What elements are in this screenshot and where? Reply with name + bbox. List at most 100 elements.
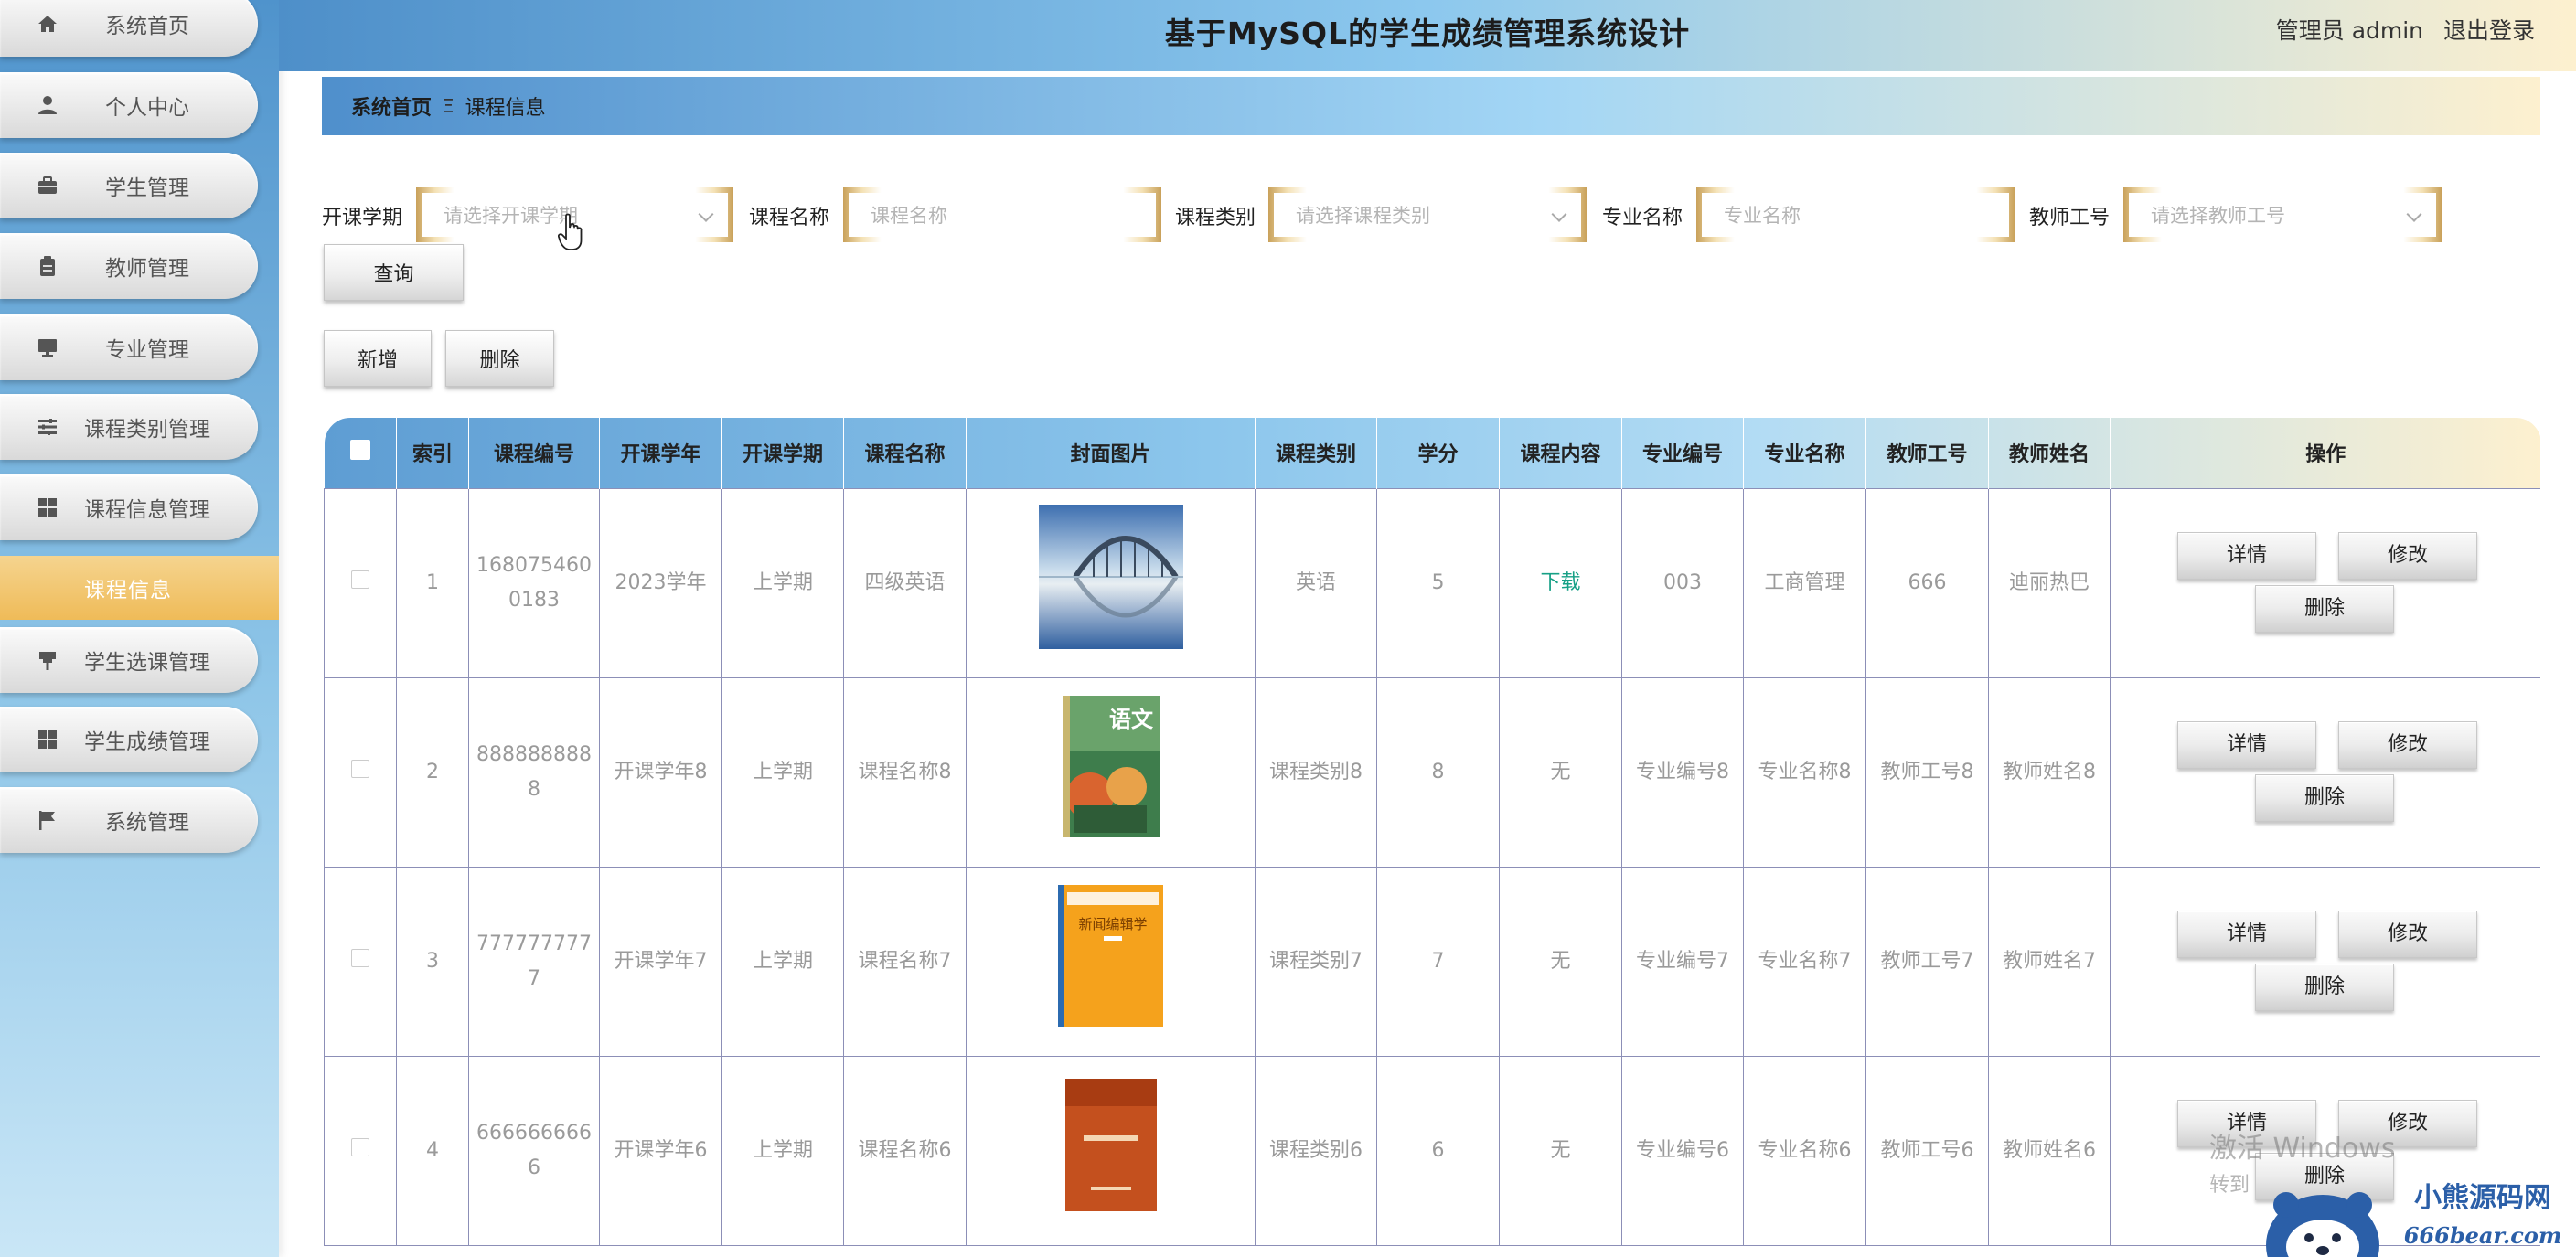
cell-year: 2023学年 xyxy=(599,487,722,678)
sidebar-subitem-course-info[interactable]: 课程信息 xyxy=(0,556,279,620)
cell-year: 开课学年6 xyxy=(599,1055,722,1246)
cell-year: 开课学年7 xyxy=(599,866,722,1057)
sidebar-item-major-management[interactable]: 专业管理 xyxy=(0,314,258,380)
cell-credit: 6 xyxy=(1376,1055,1500,1246)
delete-button[interactable]: 删除 xyxy=(2255,963,2394,1011)
col-header-course-name: 课程名称 xyxy=(843,418,967,488)
cell-index: 4 xyxy=(396,1055,469,1246)
col-header-major-name: 专业名称 xyxy=(1743,418,1866,488)
detail-button[interactable]: 详情 xyxy=(2177,910,2316,958)
sidebar-item-label: 专业管理 xyxy=(105,338,189,362)
row-checkbox[interactable] xyxy=(351,759,369,778)
watermark-line1: 激活 Windows xyxy=(2209,1133,2396,1165)
row-checkbox[interactable] xyxy=(351,570,369,589)
cell-teacher-no: 教师工号7 xyxy=(1865,866,1989,1057)
delete-button[interactable]: 删除 xyxy=(2255,773,2394,822)
sidebar-item-personal-center[interactable]: 个人中心 xyxy=(0,72,258,138)
col-header-cover: 封面图片 xyxy=(966,418,1256,488)
sidebar-item-grade-management[interactable]: 学生成绩管理 xyxy=(0,707,258,772)
breadcrumb-current: 课程信息 xyxy=(465,97,546,120)
cell-year: 开课学年8 xyxy=(599,676,722,868)
table-row: 4 6666666666 开课学年6 上学期 课程名称6 课程类别6 6 无 专… xyxy=(324,1055,2540,1246)
cell-course-no: 1680754600183 xyxy=(468,487,600,678)
cell-actions: 详情 修改 删除 xyxy=(2110,487,2540,678)
select-all-checkbox-cell[interactable] xyxy=(324,418,397,488)
sidebar-item-label: 课程信息管理 xyxy=(84,498,210,522)
course-name-label: 课程名称 xyxy=(749,207,830,229)
row-checkbox[interactable] xyxy=(351,948,369,967)
sidebar-item-label: 学生管理 xyxy=(105,176,189,200)
cell-semester: 上学期 xyxy=(721,487,844,678)
select-all-checkbox[interactable] xyxy=(349,440,370,461)
cell-index: 3 xyxy=(396,866,469,1057)
major-name-input[interactable]: 专业名称 xyxy=(1696,187,2015,242)
cell-category: 课程类别8 xyxy=(1255,676,1377,868)
col-header-credit: 学分 xyxy=(1376,418,1500,488)
sidebar-item-label: 个人中心 xyxy=(105,96,189,120)
sidebar-item-label: 学生选课管理 xyxy=(84,651,210,675)
cell-course-name: 四级英语 xyxy=(843,487,967,678)
hand-cursor-icon xyxy=(558,213,583,250)
book-cover-text: 语文 xyxy=(1109,706,1154,732)
sidebar-item-course-category-management[interactable]: 课程类别管理 xyxy=(0,394,258,460)
sidebar-item-label: 系统首页 xyxy=(105,15,189,38)
bridge-lake-photo xyxy=(1038,505,1183,649)
query-button[interactable]: 查询 xyxy=(324,244,464,301)
download-link[interactable]: 下载 xyxy=(1540,571,1580,594)
table-row: 1 1680754600183 2023学年 上学期 四级英语 英语 5 下载 … xyxy=(324,487,2540,678)
orange-book-cover: 新闻编辑学 xyxy=(1058,884,1163,1027)
cell-category: 英语 xyxy=(1255,487,1377,678)
app-title: 基于MySQL的学生成绩管理系统设计 xyxy=(1164,16,1691,51)
sidebar-item-home[interactable]: 系统首页 xyxy=(0,0,258,57)
sidebar-item-course-selection-management[interactable]: 学生选课管理 xyxy=(0,627,258,693)
cell-cover: 语文 xyxy=(966,676,1256,868)
table-row: 2 8888888888 开课学年8 上学期 课程名称8 语文 课程类别8 8 … xyxy=(324,676,2540,868)
cell-semester: 上学期 xyxy=(721,866,844,1057)
logout-link[interactable]: 退出登录 xyxy=(2443,17,2535,44)
site-logo: 小熊源码网 666bear.com xyxy=(2266,1182,2561,1257)
cell-teacher-name: 教师姓名6 xyxy=(1988,1055,2111,1246)
cell-course-no: 8888888888 xyxy=(468,676,600,868)
detail-button[interactable]: 详情 xyxy=(2177,720,2316,769)
sidebar-item-teacher-management[interactable]: 教师管理 xyxy=(0,233,258,299)
edit-button[interactable]: 修改 xyxy=(2338,720,2477,769)
detail-button[interactable]: 详情 xyxy=(2177,531,2316,580)
sidebar-item-student-management[interactable]: 学生管理 xyxy=(0,153,258,218)
cell-course-no: 7777777777 xyxy=(468,866,600,1057)
course-name-input[interactable]: 课程名称 xyxy=(843,187,1161,242)
cell-teacher-name: 迪丽热巴 xyxy=(1988,487,2111,678)
sidebar-item-course-info-management[interactable]: 课程信息管理 xyxy=(0,474,258,540)
cell-major-no: 专业编号7 xyxy=(1621,866,1744,1057)
user-info: 管理员 admin 退出登录 xyxy=(2276,13,2535,46)
table-row: 3 7777777777 开课学年7 上学期 课程名称7 新闻编辑学 课程类别7… xyxy=(324,866,2540,1057)
cell-course-name: 课程名称6 xyxy=(843,1055,967,1246)
edit-button[interactable]: 修改 xyxy=(2338,910,2477,958)
delete-button[interactable]: 删除 xyxy=(2255,584,2394,633)
cell-major-name: 专业名称7 xyxy=(1743,866,1866,1057)
teacher-no-select-placeholder: 请选择教师工号 xyxy=(2151,205,2285,227)
cell-teacher-no: 教师工号6 xyxy=(1865,1055,1989,1246)
cell-course-no: 6666666666 xyxy=(468,1055,600,1246)
cell-cover xyxy=(966,1055,1256,1246)
row-checkbox[interactable] xyxy=(351,1137,369,1156)
semester-label: 开课学期 xyxy=(322,207,403,229)
course-table: 索引 课程编号 开课学年 开课学期 课程名称 封面图片 课程类别 学分 课程内容… xyxy=(324,418,2540,1257)
cell-cover xyxy=(966,487,1256,678)
teacher-no-select[interactable]: 请选择教师工号 xyxy=(2123,187,2442,242)
cell-major-name: 专业名称6 xyxy=(1743,1055,1866,1246)
breadcrumb-home-link[interactable]: 系统首页 xyxy=(351,91,432,121)
sidebar-subitem-label: 课程信息 xyxy=(84,579,172,602)
batch-delete-button[interactable]: 删除 xyxy=(445,330,554,387)
course-category-label: 课程类别 xyxy=(1175,207,1256,229)
col-header-content: 课程内容 xyxy=(1499,418,1622,488)
add-button[interactable]: 新增 xyxy=(324,330,432,387)
edit-button[interactable]: 修改 xyxy=(2338,531,2477,580)
course-category-select-placeholder: 请选择课程类别 xyxy=(1296,205,1430,227)
current-user-label: 管理员 admin xyxy=(2275,17,2424,44)
breadcrumb-separator: Ξ xyxy=(443,95,454,117)
cell-major-name: 工商管理 xyxy=(1743,487,1866,678)
course-category-select[interactable]: 请选择课程类别 xyxy=(1268,187,1587,242)
major-name-label: 专业名称 xyxy=(1602,207,1683,229)
sidebar-item-system-management[interactable]: 系统管理 xyxy=(0,787,258,853)
course-name-input-placeholder: 课程名称 xyxy=(871,205,947,227)
